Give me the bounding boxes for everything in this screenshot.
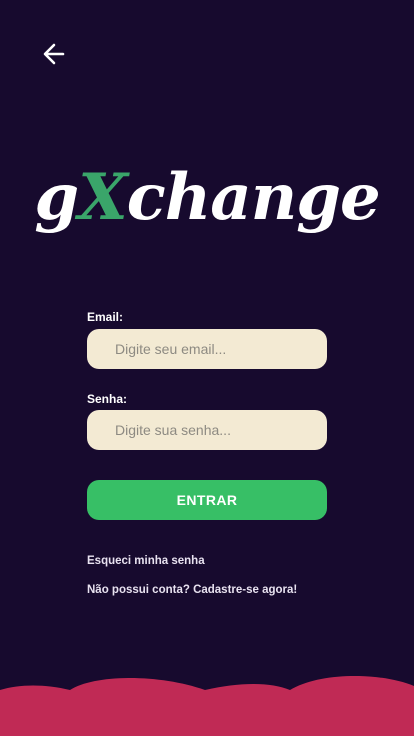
decorative-waves xyxy=(0,676,414,736)
arrow-left-icon xyxy=(43,43,65,65)
back-button[interactable] xyxy=(38,38,70,70)
signup-link[interactable]: Não possui conta? Cadastre-se agora! xyxy=(87,584,297,596)
logo-text-change: change xyxy=(126,160,381,235)
password-input[interactable] xyxy=(87,410,327,450)
logo-text-x: X xyxy=(78,160,128,235)
email-input[interactable] xyxy=(87,329,327,369)
password-label: Senha: xyxy=(87,392,128,406)
email-label: Email: xyxy=(87,310,124,324)
login-button[interactable]: ENTRAR xyxy=(87,480,327,520)
logo-text-g: g xyxy=(34,160,79,235)
forgot-password-link[interactable]: Esqueci minha senha xyxy=(87,555,205,567)
gxchange-logo: gXchange xyxy=(0,160,414,235)
